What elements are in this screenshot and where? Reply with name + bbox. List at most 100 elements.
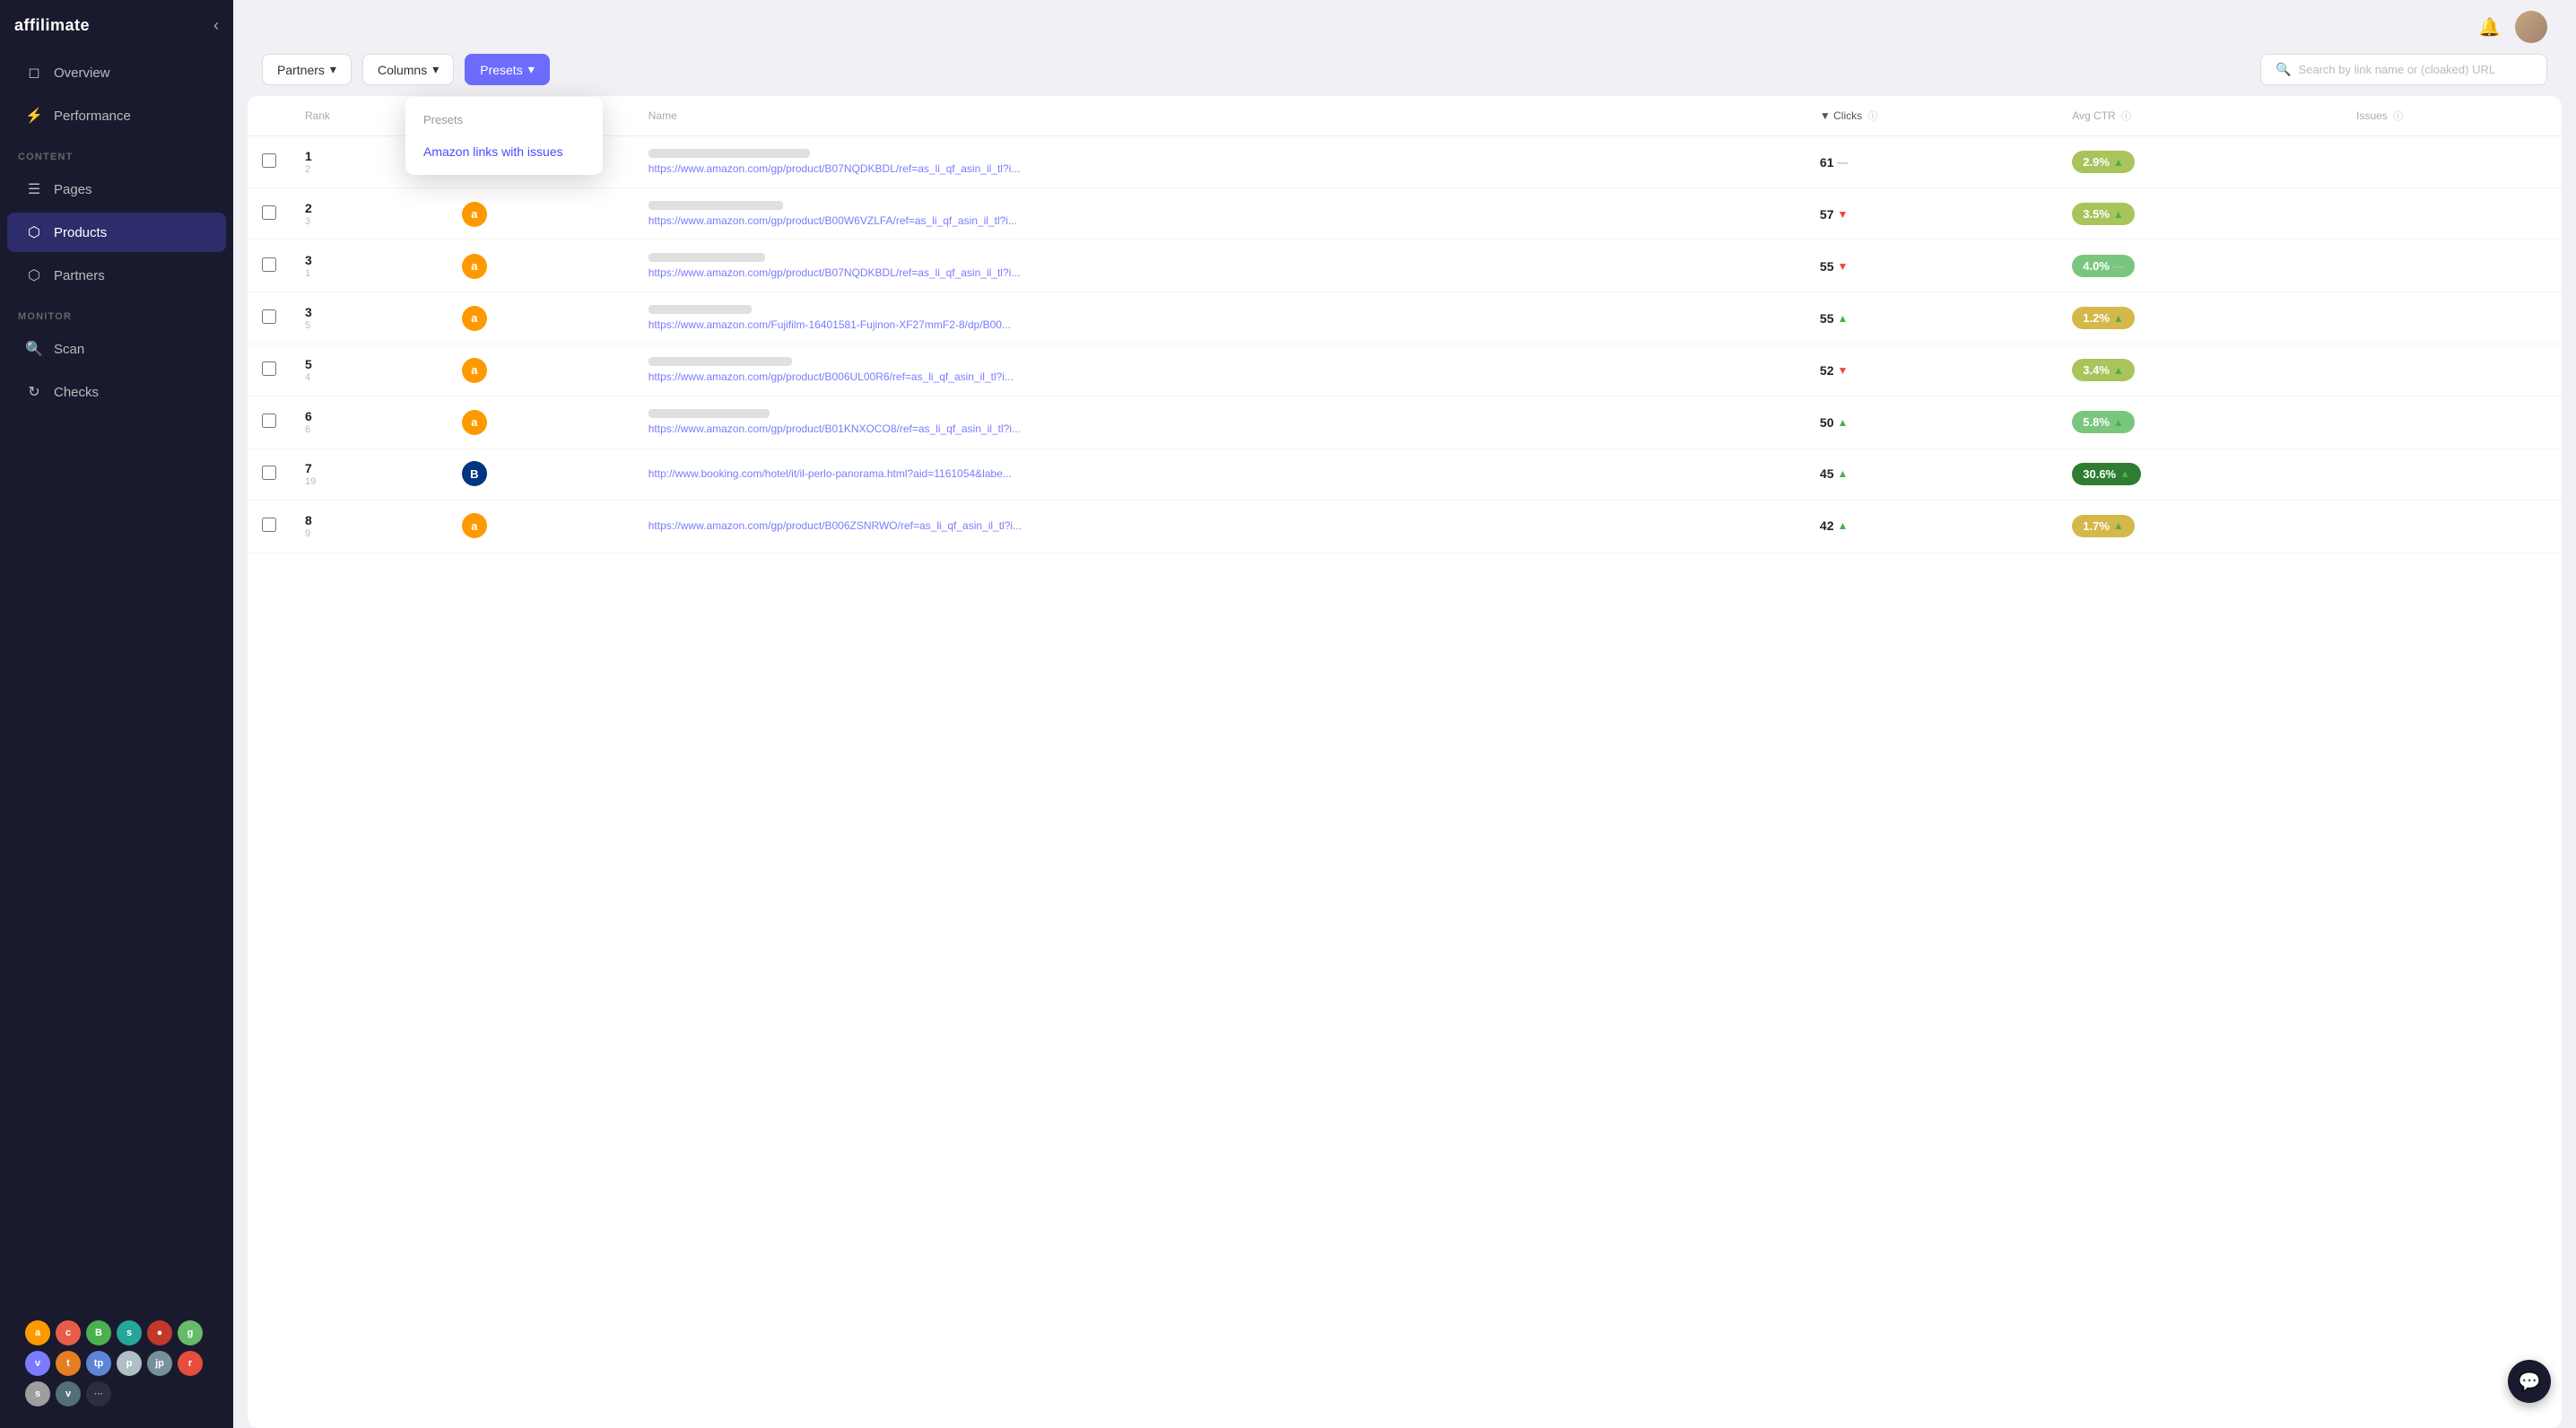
logo: affilimate	[14, 16, 90, 35]
partner-icon-v2[interactable]: v	[56, 1381, 81, 1406]
table-row: 31ahttps://www.amazon.com/gp/product/B07…	[248, 240, 2562, 292]
sidebar-item-overview[interactable]: ◻ Overview	[7, 53, 226, 92]
sidebar-header: affilimate ‹	[0, 0, 233, 51]
collapse-button[interactable]: ‹	[213, 16, 219, 35]
ctr-cell: 4.0%—	[2058, 240, 2342, 292]
presets-dropdown: Presets Amazon links with issues	[405, 97, 603, 175]
ctr-value: 30.6%	[2083, 467, 2116, 481]
ctr-info-icon: ⓘ	[2121, 111, 2131, 122]
presets-chevron-icon: ▾	[528, 62, 535, 77]
partner-cell: a	[448, 188, 634, 240]
row-checkbox[interactable]	[262, 518, 276, 532]
link-url[interactable]: https://www.amazon.com/gp/product/B01KNX…	[648, 422, 1791, 435]
ctr-cell: 1.7%▲	[2058, 500, 2342, 552]
partner-icon-s1[interactable]: s	[117, 1320, 142, 1345]
sidebar-bottom: a c B s ● g v t tp p jp r s v ···	[0, 1299, 233, 1428]
dropdown-item-amazon-issues[interactable]: Amazon links with issues	[405, 135, 603, 168]
partner-cell: a	[448, 240, 634, 292]
ctr-badge: 2.9%▲	[2072, 151, 2135, 173]
link-cell: https://www.amazon.com/gp/product/B006ZS…	[634, 500, 1806, 552]
link-name-placeholder	[648, 253, 765, 262]
trend-down-icon: ▼	[1838, 364, 1849, 377]
sidebar-item-label: Overview	[54, 65, 110, 81]
avatar[interactable]	[2515, 11, 2547, 43]
th-clicks[interactable]: ▼ Clicks ⓘ	[1806, 96, 2058, 136]
scan-icon: 🔍	[25, 340, 43, 358]
ctr-cell: 5.8%▲	[2058, 396, 2342, 448]
ctr-trend-up-icon: ▲	[2113, 208, 2124, 221]
partner-icon-r[interactable]: ●	[147, 1320, 172, 1345]
partner-icon-cj[interactable]: c	[56, 1320, 81, 1345]
table-row: 35ahttps://www.amazon.com/Fujifilm-16401…	[248, 292, 2562, 344]
trend-up-icon: ▲	[1838, 519, 1849, 532]
clicks-cell: 42▲	[1806, 500, 2058, 552]
link-cell: https://www.amazon.com/gp/product/B07NQD…	[634, 136, 1806, 188]
issues-cell	[2342, 500, 2562, 552]
link-url[interactable]: https://www.amazon.com/gp/product/B006ZS…	[648, 519, 1791, 532]
link-url[interactable]: https://www.amazon.com/gp/product/B07NQD…	[648, 162, 1791, 175]
sidebar-item-checks[interactable]: ↻ Checks	[7, 372, 226, 412]
table-row: 54ahttps://www.amazon.com/gp/product/B00…	[248, 344, 2562, 396]
trend-up-icon: ▲	[1838, 312, 1849, 325]
rank-cell: 66	[291, 396, 448, 448]
topbar-right: 🔔	[2478, 11, 2547, 43]
sidebar-item-pages[interactable]: ☰ Pages	[7, 170, 226, 209]
notification-bell-icon[interactable]: 🔔	[2478, 16, 2501, 39]
issues-info-icon: ⓘ	[2393, 111, 2403, 122]
rank-cell: 54	[291, 344, 448, 396]
partner-icon-jp[interactable]: jp	[147, 1351, 172, 1376]
row-checkbox[interactable]	[262, 205, 276, 220]
sidebar-item-label: Checks	[54, 385, 99, 400]
partner-icon-t[interactable]: t	[56, 1351, 81, 1376]
partner-cell: B	[448, 448, 634, 501]
partner-icon-p[interactable]: p	[117, 1351, 142, 1376]
partner-cell: a	[448, 292, 634, 344]
partner-logo: a	[462, 202, 487, 227]
link-name-placeholder	[648, 305, 752, 314]
partner-icon-more[interactable]: ···	[86, 1381, 111, 1406]
link-url[interactable]: https://www.amazon.com/gp/product/B07NQD…	[648, 266, 1791, 279]
chat-bubble[interactable]: 💬	[2508, 1360, 2551, 1403]
ctr-value: 1.2%	[2083, 311, 2110, 325]
presets-button[interactable]: Presets ▾	[465, 54, 550, 85]
partner-icon-b[interactable]: B	[86, 1320, 111, 1345]
search-box[interactable]: 🔍 Search by link name or (cloaked) URL	[2260, 54, 2547, 85]
columns-chevron-icon: ▾	[432, 62, 439, 77]
row-checkbox[interactable]	[262, 466, 276, 480]
main-content: 🔔 Partners ▾ Columns ▾ Presets ▾ Presets…	[233, 0, 2576, 1428]
sidebar-item-label: Pages	[54, 182, 92, 197]
sidebar-item-partners[interactable]: ⬡ Partners	[7, 256, 226, 295]
sidebar-item-performance[interactable]: ⚡ Performance	[7, 96, 226, 135]
partner-icon-amazon[interactable]: a	[25, 1320, 50, 1345]
partner-icon-v1[interactable]: v	[25, 1351, 50, 1376]
partner-icon-s2[interactable]: s	[25, 1381, 50, 1406]
clicks-value: 61	[1820, 155, 1834, 170]
link-url[interactable]: https://www.amazon.com/gp/product/B006UL…	[648, 370, 1791, 383]
partner-icon-r2[interactable]: r	[178, 1351, 203, 1376]
toolbar: Partners ▾ Columns ▾ Presets ▾ Presets A…	[233, 54, 2576, 96]
link-url[interactable]: http://www.booking.com/hotel/it/il-perlo…	[648, 467, 1791, 480]
row-checkbox[interactable]	[262, 414, 276, 428]
partners-button[interactable]: Partners ▾	[262, 54, 352, 85]
row-checkbox[interactable]	[262, 257, 276, 272]
th-issues[interactable]: Issues ⓘ	[2342, 96, 2562, 136]
sidebar-item-label: Scan	[54, 342, 84, 357]
row-checkbox[interactable]	[262, 361, 276, 376]
clicks-cell: 61—	[1806, 136, 2058, 188]
row-checkbox[interactable]	[262, 153, 276, 168]
clicks-value: 55	[1820, 259, 1834, 274]
columns-button[interactable]: Columns ▾	[362, 54, 454, 85]
section-content-label: CONTENT	[0, 137, 233, 168]
sidebar-item-products[interactable]: ⬡ Products	[7, 213, 226, 252]
sidebar: affilimate ‹ ◻ Overview ⚡ Performance CO…	[0, 0, 233, 1428]
clicks-cell: 50▲	[1806, 396, 2058, 448]
partner-logo: B	[462, 461, 487, 486]
th-avg-ctr[interactable]: Avg CTR ⓘ	[2058, 96, 2342, 136]
partner-icon-tp[interactable]: tp	[86, 1351, 111, 1376]
link-url[interactable]: https://www.amazon.com/gp/product/B00W6V…	[648, 214, 1791, 227]
sidebar-item-scan[interactable]: 🔍 Scan	[7, 329, 226, 369]
ctr-cell: 2.9%▲	[2058, 136, 2342, 188]
row-checkbox[interactable]	[262, 309, 276, 324]
partner-icon-g[interactable]: g	[178, 1320, 203, 1345]
link-url[interactable]: https://www.amazon.com/Fujifilm-16401581…	[648, 318, 1791, 331]
